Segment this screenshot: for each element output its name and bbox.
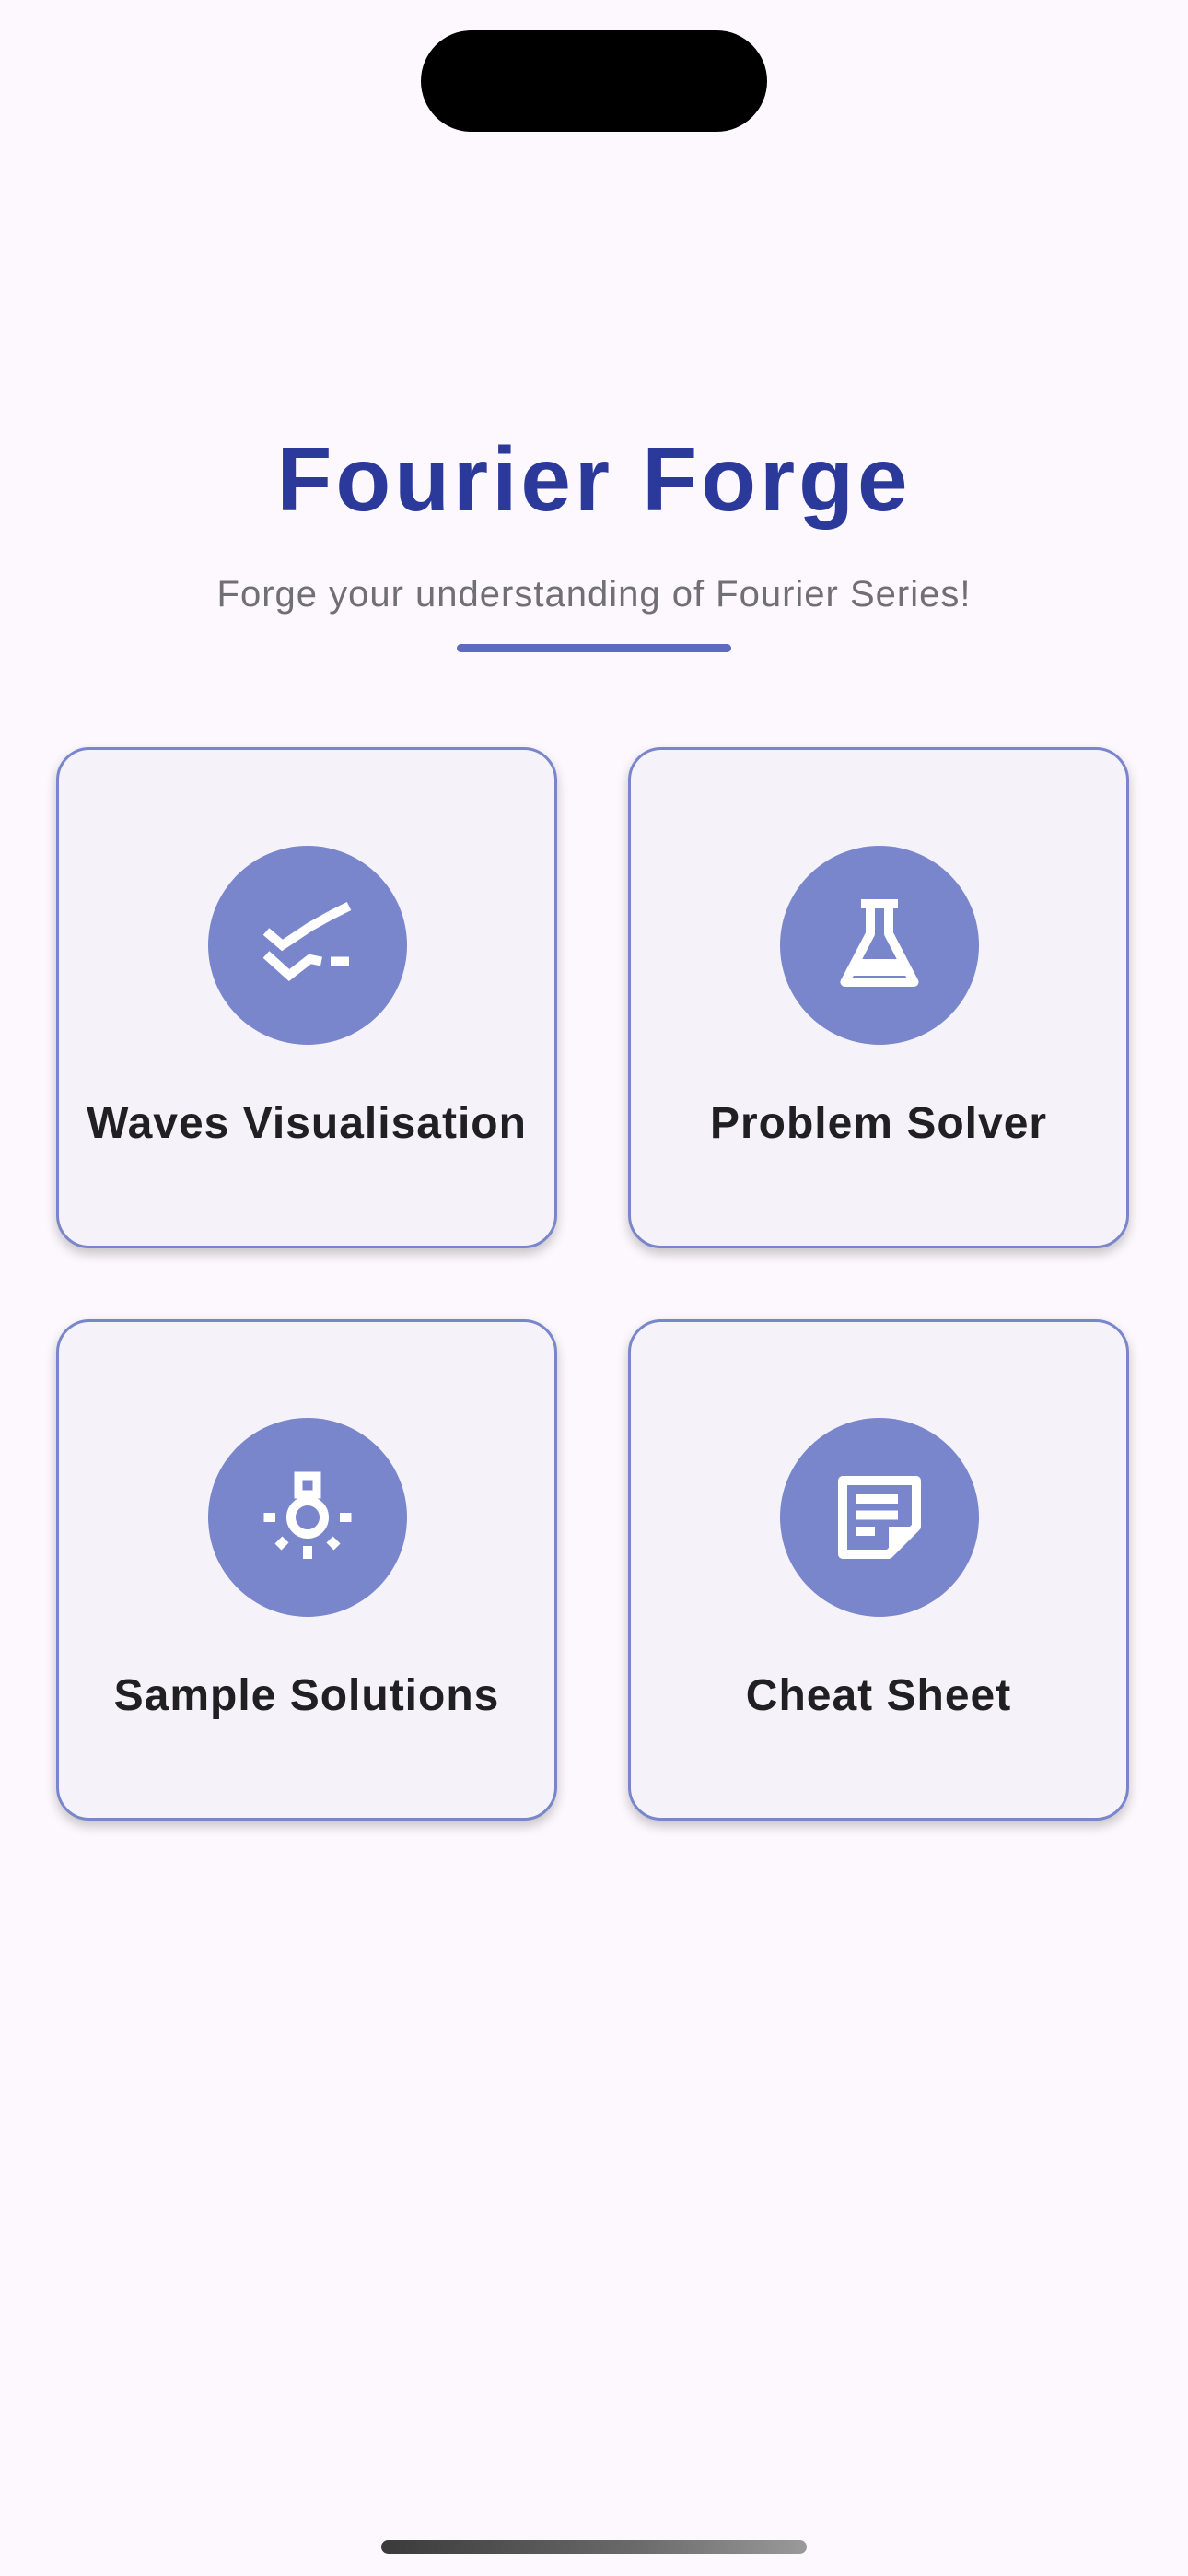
lightbulb-icon xyxy=(263,1471,352,1559)
science-flask-icon xyxy=(840,899,919,987)
home-indicator[interactable] xyxy=(381,2540,807,2554)
title-underline-divider xyxy=(457,644,731,652)
waves-icon-badge xyxy=(208,846,407,1045)
cheat-sheet-card[interactable]: Cheat Sheet xyxy=(628,1319,1129,1821)
card-label: Problem Solver xyxy=(709,1099,1048,1148)
sticky-note-icon xyxy=(838,1476,921,1559)
lightbulb-icon-badge xyxy=(208,1418,407,1617)
card-label: Waves Visualisation xyxy=(87,1099,527,1148)
dynamic-island xyxy=(421,30,767,132)
app-subtitle: Forge your understanding of Fourier Seri… xyxy=(216,574,972,615)
card-label: Sample Solutions xyxy=(113,1671,500,1720)
problem-solver-card[interactable]: Problem Solver xyxy=(628,747,1129,1248)
card-label: Cheat Sheet xyxy=(745,1671,1012,1720)
sample-solutions-card[interactable]: Sample Solutions xyxy=(56,1319,557,1821)
waves-visualisation-card[interactable]: Waves Visualisation xyxy=(56,747,557,1248)
waves-icon xyxy=(262,902,352,982)
note-icon-badge xyxy=(780,1418,979,1617)
flask-icon-badge xyxy=(780,846,979,1045)
app-title: Fourier Forge xyxy=(276,428,912,530)
